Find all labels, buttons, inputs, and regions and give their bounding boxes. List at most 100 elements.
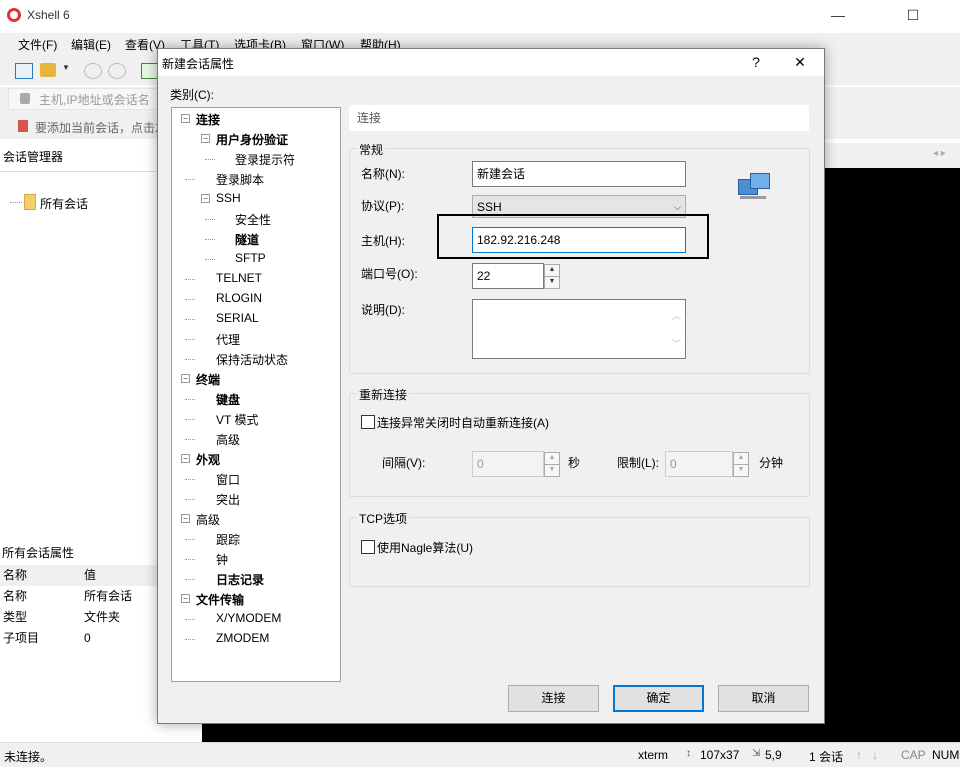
open-folder-icon[interactable] xyxy=(40,63,56,77)
limit-decrement-icon[interactable]: ▼ xyxy=(733,464,749,477)
cursor-icon: ⇲ xyxy=(752,748,761,759)
limit-unit: 分钟 xyxy=(759,456,784,470)
category-tree[interactable]: − 连接 − 用户身份验证 登录提示符 登录脚本 − SSH 安全性 隧道 SFTP TELNET RL… xyxy=(171,107,341,682)
status-num: NUM xyxy=(932,748,960,762)
tree-item[interactable]: 终端 xyxy=(196,371,220,388)
properties-table: 名称 值 名称 所有会话 类型 文件夹 子项目 0 xyxy=(0,565,157,649)
tree-item[interactable]: X/YMODEM xyxy=(216,611,281,625)
tree-connector xyxy=(205,159,215,160)
scroll-up-icon[interactable]: ︿ xyxy=(672,304,681,328)
tree-connector xyxy=(185,499,195,500)
connect-button[interactable]: 连接 xyxy=(508,685,599,712)
description-field[interactable]: ︿ ﹀ xyxy=(472,299,686,359)
tree-item[interactable]: SFTP xyxy=(235,251,266,265)
tree-item[interactable]: 登录脚本 xyxy=(216,171,264,188)
close-icon[interactable]: ✕ xyxy=(788,52,812,72)
disconnect-icon[interactable] xyxy=(108,63,126,79)
dialog-title: 新建会话属性 xyxy=(162,57,235,71)
tree-item[interactable]: 连接 xyxy=(196,111,220,128)
tree-connector xyxy=(185,179,195,180)
tree-expander-icon[interactable]: − xyxy=(181,514,190,523)
app-title: Xshell 6 xyxy=(27,8,70,22)
tree-item[interactable]: 代理 xyxy=(216,331,240,348)
interval-decrement-icon[interactable]: ▼ xyxy=(544,464,560,477)
property-value: 0 xyxy=(84,631,91,645)
status-sessions: 1 会话 xyxy=(809,750,844,764)
tree-item[interactable]: 日志记录 xyxy=(216,571,264,588)
section-title: 连接 xyxy=(349,105,809,131)
tree-expander-icon[interactable]: − xyxy=(201,194,210,203)
properties-header-row: 名称 值 xyxy=(0,565,157,586)
nagle-label: 使用Nagle算法(U) xyxy=(377,541,474,555)
tree-item[interactable]: 键盘 xyxy=(216,391,240,408)
tree-item[interactable]: 保持活动状态 xyxy=(216,351,288,368)
host-field[interactable]: 182.92.216.248 xyxy=(472,227,686,253)
tree-item[interactable]: ZMODEM xyxy=(216,631,269,645)
tree-item[interactable]: 钟 xyxy=(216,551,228,568)
protocol-value: SSH xyxy=(477,200,502,214)
tree-item[interactable]: 登录提示符 xyxy=(235,151,295,168)
auto-reconnect-checkbox[interactable] xyxy=(361,415,375,429)
tree-item[interactable]: 突出 xyxy=(216,491,240,508)
help-button[interactable]: ? xyxy=(744,52,768,72)
tree-connector xyxy=(205,239,215,240)
tree-item[interactable]: TELNET xyxy=(216,271,262,285)
maximize-icon[interactable]: ☐ xyxy=(903,6,923,24)
tree-connector xyxy=(185,419,195,420)
tree-expander-icon[interactable]: − xyxy=(181,454,190,463)
minimize-icon[interactable]: — xyxy=(828,6,848,24)
address-input[interactable]: 主机,IP地址或会话名称 xyxy=(8,88,158,129)
port-decrement-icon[interactable]: ▼ xyxy=(544,276,560,289)
nagle-checkbox[interactable] xyxy=(361,540,375,554)
tree-item[interactable]: 窗口 xyxy=(216,471,240,488)
tree-item[interactable]: 文件传输 xyxy=(196,591,244,608)
tab-scroll-icon[interactable]: ◂ ▸ xyxy=(933,148,946,159)
bookmark-icon xyxy=(18,120,28,132)
new-session-dialog: 新建会话属性 ? ✕ 类别(C): − 连接 − 用户身份验证 登录提示符 登录脚本 − SS… xyxy=(157,48,825,724)
tree-item[interactable]: RLOGIN xyxy=(216,291,262,305)
tree-item[interactable]: 高级 xyxy=(216,431,240,448)
port-field[interactable]: 22 xyxy=(472,263,544,289)
new-session-icon[interactable] xyxy=(15,63,33,79)
network-computers-icon xyxy=(738,173,770,201)
table-row: 类型 文件夹 xyxy=(0,607,157,628)
cancel-button[interactable]: 取消 xyxy=(718,685,809,712)
tree-item[interactable]: 外观 xyxy=(196,451,220,468)
tree-item[interactable]: SSH xyxy=(216,191,241,205)
tree-item[interactable]: VT 模式 xyxy=(216,411,258,428)
protocol-label: 协议(P): xyxy=(361,199,405,213)
tree-item[interactable]: 用户身份验证 xyxy=(216,131,288,148)
menu-edit[interactable]: 编辑(E) xyxy=(71,36,111,53)
connect-icon[interactable] xyxy=(84,63,102,79)
arrow-up-icon[interactable]: ↑ xyxy=(856,748,862,762)
interval-field[interactable]: 0 xyxy=(472,451,544,477)
tree-expander-icon[interactable]: − xyxy=(201,134,210,143)
tree-connector xyxy=(185,279,195,280)
scroll-down-icon[interactable]: ﹀ xyxy=(672,332,681,356)
tree-item[interactable]: 安全性 xyxy=(235,211,271,228)
tree-item[interactable]: SERIAL xyxy=(216,311,259,325)
tree-expander-icon[interactable]: − xyxy=(181,374,190,383)
tree-connector xyxy=(185,639,195,640)
general-group-title: 常规 xyxy=(357,141,386,158)
tree-connector xyxy=(205,259,215,260)
tree-item[interactable]: 高级 xyxy=(196,511,220,528)
limit-field[interactable]: 0 xyxy=(665,451,733,477)
host-label: 主机(H): xyxy=(361,234,405,248)
tree-item[interactable]: 跟踪 xyxy=(216,531,240,548)
size-icon: ↕ xyxy=(686,748,691,759)
xshell-logo-icon xyxy=(7,8,21,22)
dialog-titlebar xyxy=(158,49,824,76)
tree-item[interactable]: 隧道 xyxy=(235,231,259,248)
menu-file[interactable]: 文件(F) xyxy=(18,36,57,53)
limit-label: 限制(L): xyxy=(617,456,660,470)
name-field[interactable]: 新建会话 xyxy=(472,161,686,187)
dropdown-arrow-icon[interactable]: ▼ xyxy=(62,63,70,77)
tree-expander-icon[interactable]: − xyxy=(181,114,190,123)
ok-button[interactable]: 确定 xyxy=(613,685,704,712)
tree-connector xyxy=(185,439,195,440)
table-row: 子项目 0 xyxy=(0,628,157,649)
arrow-down-icon[interactable]: ↓ xyxy=(872,748,878,762)
tree-expander-icon[interactable]: − xyxy=(181,594,190,603)
session-tree-root[interactable]: 所有会话 xyxy=(0,190,157,214)
